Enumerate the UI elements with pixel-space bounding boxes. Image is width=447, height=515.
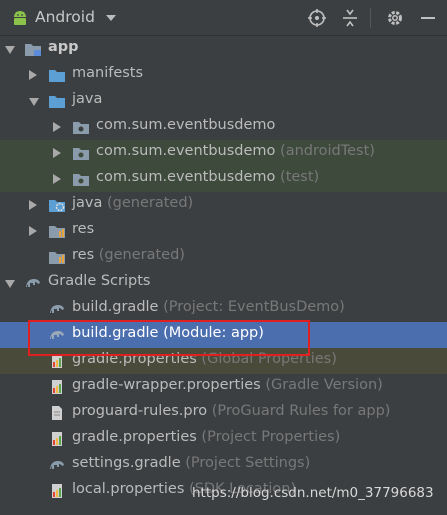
chevron-right-icon[interactable]	[29, 226, 37, 236]
folder-icon	[49, 96, 65, 108]
package-icon	[73, 148, 89, 160]
android-icon	[14, 11, 26, 25]
tree-item-java[interactable]: java	[0, 88, 447, 114]
tree-item-res-generated[interactable]: res (generated)	[0, 244, 447, 270]
hide-icon[interactable]	[418, 8, 438, 28]
tree-item-manifests[interactable]: manifests	[0, 62, 447, 88]
module-folder-icon	[25, 44, 41, 56]
folder-icon	[49, 70, 65, 82]
chevron-right-icon[interactable]	[53, 122, 61, 132]
tree-item-gradle-wrapper-properties[interactable]: gradle-wrapper.properties (Gradle Versio…	[0, 374, 447, 400]
toolbar-separator	[370, 8, 371, 28]
package-icon	[73, 122, 89, 134]
gradle-icon	[50, 461, 64, 469]
tree-item-label: app	[48, 39, 79, 55]
tree-item-label: java (generated)	[72, 195, 194, 211]
chevron-right-icon[interactable]	[53, 174, 61, 184]
view-mode-dropdown-label[interactable]: Android	[35, 8, 95, 26]
file-icon	[52, 406, 62, 420]
chevron-right-icon[interactable]	[29, 200, 37, 210]
tree-item-java-generated[interactable]: java (generated)	[0, 192, 447, 218]
chevron-down-icon[interactable]	[5, 46, 15, 54]
tree-item-gradle-scripts[interactable]: Gradle Scripts	[0, 270, 447, 296]
chevron-down-icon[interactable]	[106, 15, 116, 21]
generated-folder-icon	[49, 200, 65, 212]
chevron-right-icon[interactable]	[53, 148, 61, 158]
tree-item-package-test[interactable]: com.sum.eventbusdemo (test)	[0, 166, 447, 192]
tree-item-label: res (generated)	[72, 247, 185, 263]
tree-item-label: com.sum.eventbusdemo (androidTest)	[96, 143, 375, 159]
gradle-icon	[50, 305, 64, 313]
tree-item-label: gradle-wrapper.properties (Gradle Versio…	[72, 377, 383, 393]
tree-item-res[interactable]: res	[0, 218, 447, 244]
tree-item-label: manifests	[72, 65, 144, 81]
properties-icon	[52, 380, 62, 394]
gear-icon[interactable]	[385, 8, 405, 28]
tree-item-label: com.sum.eventbusdemo	[96, 117, 276, 133]
properties-icon	[52, 432, 62, 446]
tree-item-label: java	[72, 91, 103, 107]
tree-item-label: res	[72, 221, 95, 237]
tree-item-settings-gradle[interactable]: settings.gradle (Project Settings)	[0, 452, 447, 478]
gradle-icon	[26, 279, 40, 287]
tree-item-package[interactable]: com.sum.eventbusdemo	[0, 114, 447, 140]
tree-item-package-androidtest[interactable]: com.sum.eventbusdemo (androidTest)	[0, 140, 447, 166]
crosshair-icon[interactable]	[307, 8, 327, 28]
tree-item-label: build.gradle (Project: EventBusDemo)	[72, 299, 345, 315]
highlight-annotation-box	[28, 320, 310, 356]
tree-item-label: gradle.properties (Project Properties)	[72, 429, 341, 445]
project-view-toolbar: Android	[0, 0, 447, 36]
tree-item-label: Gradle Scripts	[48, 273, 151, 289]
tree-item-label: com.sum.eventbusdemo (test)	[96, 169, 320, 185]
tree-item-proguard-rules[interactable]: proguard-rules.pro (ProGuard Rules for a…	[0, 400, 447, 426]
chevron-down-icon[interactable]	[29, 98, 39, 106]
package-icon	[73, 174, 89, 186]
tree-item-label: proguard-rules.pro (ProGuard Rules for a…	[72, 403, 391, 419]
chevron-right-icon[interactable]	[29, 70, 37, 80]
tree-item-build-gradle-project[interactable]: build.gradle (Project: EventBusDemo)	[0, 296, 447, 322]
collapse-icon[interactable]	[340, 8, 360, 28]
chevron-down-icon[interactable]	[5, 280, 15, 288]
tree-item-label: settings.gradle (Project Settings)	[72, 455, 311, 471]
tree-item-gradle-properties-project[interactable]: gradle.properties (Project Properties)	[0, 426, 447, 452]
properties-icon	[52, 484, 62, 498]
tree-item-app[interactable]: app	[0, 36, 447, 62]
res-folder-icon	[49, 226, 65, 238]
watermark: https://blog.csdn.net/m0_37796683	[192, 485, 434, 501]
res-folder-icon	[49, 252, 65, 264]
